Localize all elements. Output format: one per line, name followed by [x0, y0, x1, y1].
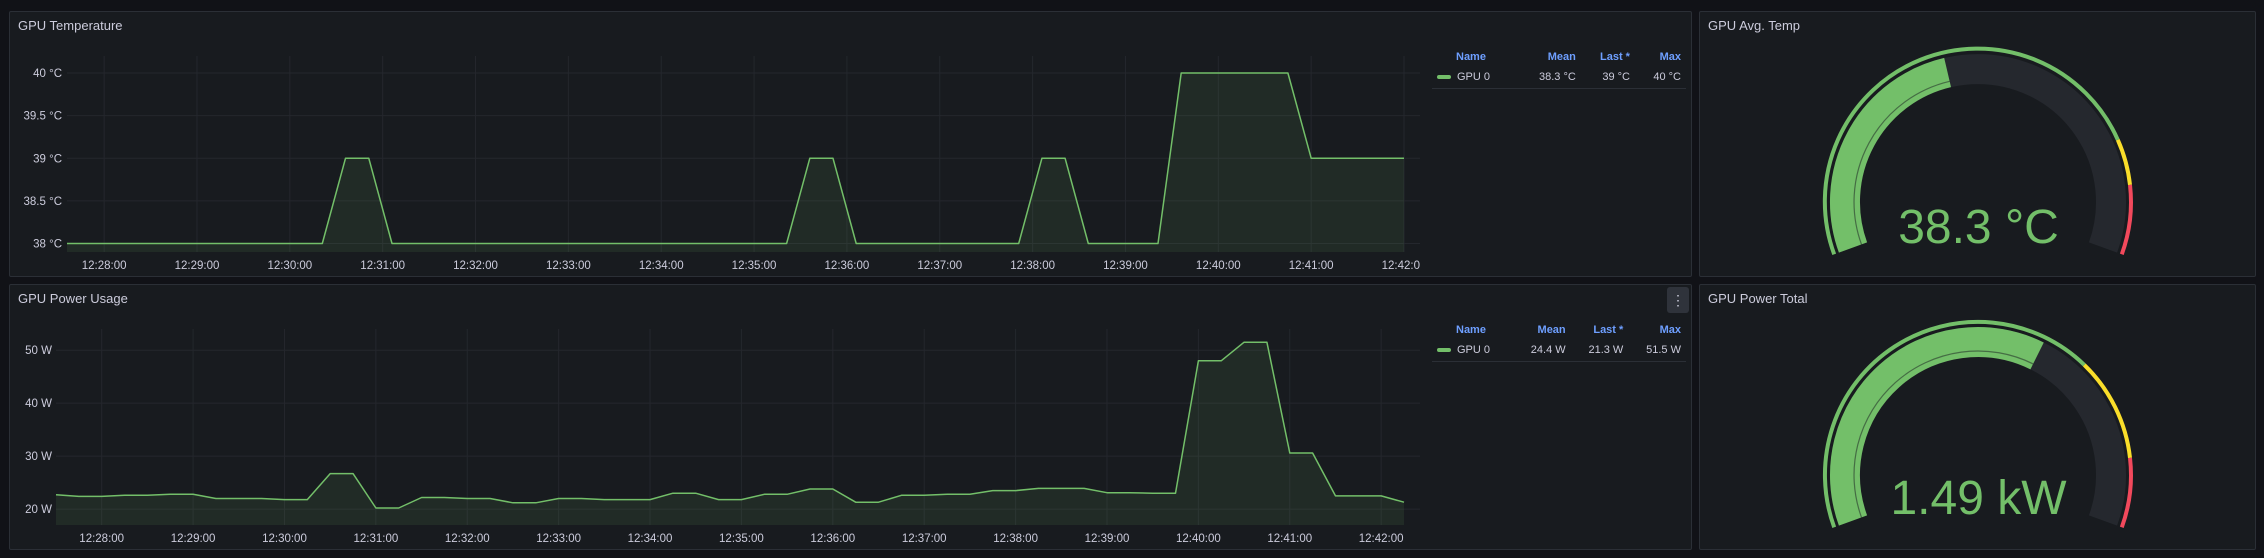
more-vertical-icon[interactable]: ⋮ [1667, 287, 1689, 313]
y-tick-label: 40 W [25, 398, 52, 410]
x-tick-label: 12:41:00 [1289, 260, 1334, 272]
y-tick-label: 39 °C [33, 153, 62, 165]
legend-last-value: 21.3 W [1570, 339, 1629, 362]
x-tick-label: 12:28:00 [82, 260, 127, 272]
gpu-temperature-panel: GPU Temperature 12:28:00 12:29:00 12:30:00… [9, 11, 1692, 277]
legend-row-gpu-0[interactable]: GPU 0 24.4 W 21.3 W 51.5 W [1432, 339, 1686, 362]
series-color-swatch [1437, 348, 1451, 353]
legend-series-name[interactable]: GPU 0 [1457, 344, 1490, 356]
gpu-power-usage-panel: GPU Power Usage ⋮ 12:28:00 12:29:00 12:30:… [9, 284, 1692, 550]
x-tick-label: 12:38:00 [993, 533, 1038, 545]
x-tick-label: 12:30:00 [262, 533, 307, 545]
x-tick-label: 12:37:00 [917, 260, 962, 272]
gauge-value: 1.49 kW [1890, 472, 2067, 525]
legend-mean-value: 24.4 W [1513, 339, 1571, 362]
legend-header-mean[interactable]: Mean [1513, 321, 1571, 339]
legend-header-last[interactable]: Last * [1581, 48, 1635, 66]
legend-header-max[interactable]: Max [1628, 321, 1686, 339]
x-tick-label: 12:36:00 [825, 260, 870, 272]
x-tick-label: 12:32:00 [453, 260, 498, 272]
y-tick-label: 40 °C [33, 68, 62, 80]
gauge-value: 38.3 °C [1898, 201, 2059, 254]
x-tick-label: 12:36:00 [810, 533, 855, 545]
temperature-legend: Name Mean Last * Max GPU 0 38.3 °C 39 °C… [1432, 48, 1686, 89]
x-tick-label: 12:37:00 [902, 533, 947, 545]
y-tick-label: 39.5 °C [24, 111, 62, 123]
legend-mean-value: 38.3 °C [1517, 66, 1581, 89]
legend-max-value: 51.5 W [1628, 339, 1686, 362]
x-tick-label: 12:34:00 [628, 533, 673, 545]
legend-series-name[interactable]: GPU 0 [1457, 71, 1490, 83]
x-tick-label: 12:33:00 [546, 260, 591, 272]
x-tick-label: 12:39:00 [1103, 260, 1148, 272]
x-tick-label: 12:34:00 [639, 260, 684, 272]
x-tick-label: 12:42:00 [1359, 533, 1404, 545]
power-legend: Name Mean Last * Max GPU 0 24.4 W 21.3 W… [1432, 321, 1686, 362]
x-tick-label: 12:42:00 [1382, 260, 1420, 272]
x-tick-label: 12:35:00 [732, 260, 777, 272]
series-color-swatch [1437, 75, 1451, 80]
x-tick-label: 12:33:00 [536, 533, 581, 545]
legend-max-value: 40 °C [1634, 66, 1686, 89]
series-area [56, 342, 1404, 525]
y-tick-label: 20 W [25, 504, 52, 516]
legend-header-name[interactable]: Name [1432, 321, 1513, 339]
y-tick-label: 30 W [25, 451, 52, 463]
y-tick-label: 38 °C [33, 238, 62, 250]
legend-header-max[interactable]: Max [1635, 48, 1686, 66]
temperature-chart[interactable]: 12:28:00 12:29:00 12:30:00 12:31:00 12:32:00… [10, 12, 1420, 272]
x-tick-label: 12:35:00 [719, 533, 764, 545]
series-area [67, 73, 1404, 252]
power-usage-chart[interactable]: 12:28:00 12:29:00 12:30:00 12:31:00 12:32:00… [10, 285, 1420, 551]
y-tick-label: 38.5 °C [24, 196, 62, 208]
x-tick-label: 12:39:00 [1085, 533, 1130, 545]
gpu-power-total-panel: GPU Power Total 1.49 kW [1699, 284, 2256, 550]
x-tick-label: 12:29:00 [171, 533, 216, 545]
legend-row-gpu-0[interactable]: GPU 0 38.3 °C 39 °C 40 °C [1432, 66, 1686, 89]
x-tick-label: 12:41:00 [1267, 533, 1312, 545]
legend-header-name[interactable]: Name [1432, 48, 1517, 66]
x-tick-label: 12:38:00 [1010, 260, 1055, 272]
gpu-avg-temp-panel: GPU Avg. Temp 38.3 °C [1699, 11, 2256, 277]
x-tick-label: 12:40:00 [1176, 533, 1221, 545]
x-tick-label: 12:28:00 [79, 533, 124, 545]
y-tick-label: 50 W [25, 345, 52, 357]
x-tick-label: 12:40:00 [1196, 260, 1241, 272]
x-tick-label: 12:30:00 [267, 260, 312, 272]
legend-header-last[interactable]: Last * [1571, 321, 1629, 339]
x-tick-label: 12:31:00 [360, 260, 405, 272]
x-tick-label: 12:29:00 [175, 260, 220, 272]
x-tick-label: 12:32:00 [445, 533, 490, 545]
x-tick-label: 12:31:00 [353, 533, 398, 545]
legend-header-mean[interactable]: Mean [1517, 48, 1580, 66]
legend-last-value: 39 °C [1580, 66, 1635, 89]
